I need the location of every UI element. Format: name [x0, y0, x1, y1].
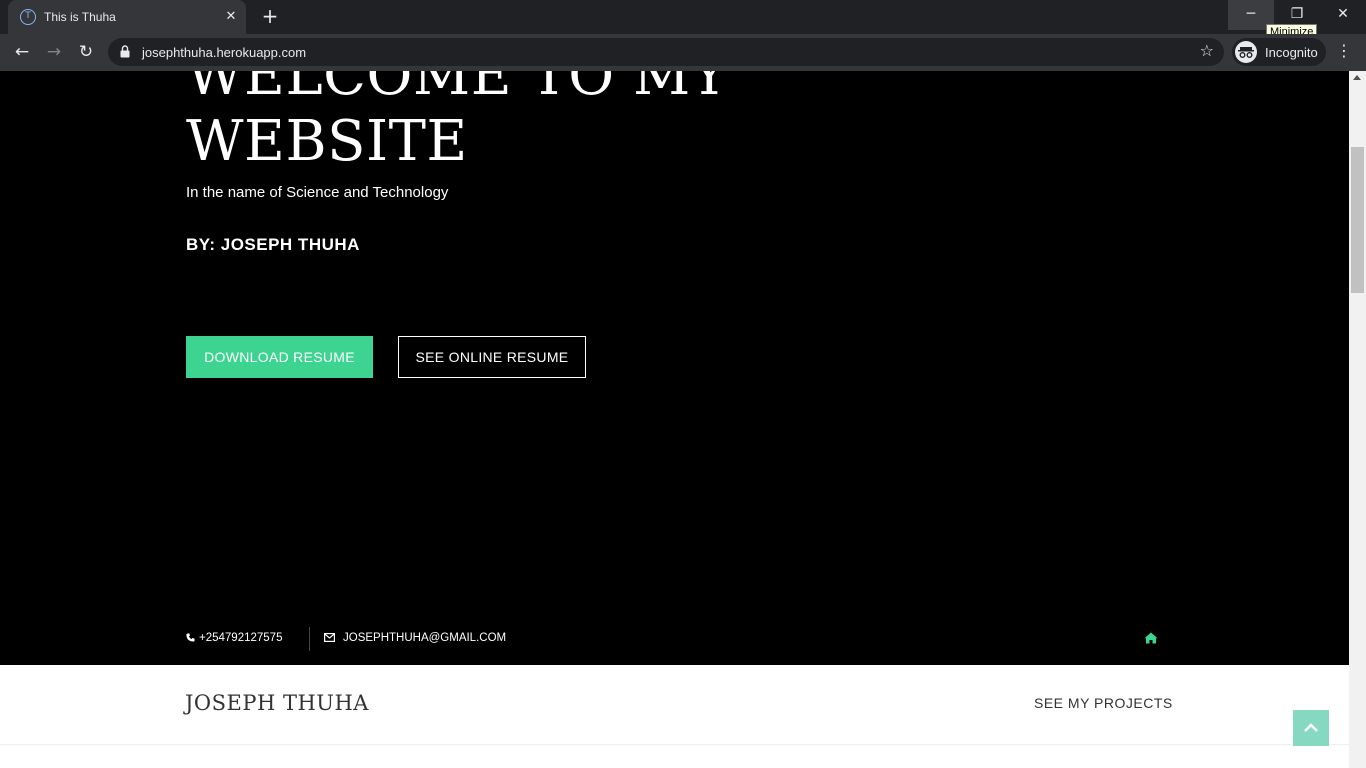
- window-close-button[interactable]: ✕: [1320, 0, 1366, 30]
- site-navbar: JOSEPH THUHA SEE MY PROJECTS: [0, 665, 1349, 745]
- phone-icon: [186, 633, 195, 642]
- incognito-badge[interactable]: Incognito: [1232, 38, 1326, 66]
- back-button[interactable]: ←: [9, 39, 35, 65]
- hero-byline: BY: JOSEPH THUHA: [186, 235, 360, 254]
- page-content-below: [0, 745, 1349, 768]
- page-viewport: WELCOME TO MY WEBSITE In the name of Sci…: [0, 71, 1349, 768]
- forward-button[interactable]: →: [41, 39, 67, 65]
- contact-email[interactable]: JOSEPHTHUHA@GMAIL.COM: [324, 632, 506, 644]
- address-bar[interactable]: josephthuha.herokuapp.com ☆: [108, 38, 1224, 66]
- url-text: josephthuha.herokuapp.com: [142, 45, 307, 60]
- lock-icon: [120, 45, 130, 58]
- scroll-up-arrow-icon[interactable]: [1353, 75, 1361, 80]
- envelope-icon: [324, 633, 336, 643]
- bookmark-star-icon[interactable]: ☆: [1200, 41, 1214, 60]
- kebab-menu-icon[interactable]: ⋮: [1336, 41, 1352, 63]
- incognito-label: Incognito: [1265, 45, 1318, 60]
- reload-button[interactable]: ↻: [73, 39, 99, 65]
- incognito-icon: [1235, 41, 1257, 63]
- see-online-resume-button[interactable]: SEE ONLINE RESUME: [398, 336, 586, 378]
- site-brand[interactable]: JOSEPH THUHA: [185, 691, 369, 715]
- home-icon[interactable]: [1144, 632, 1158, 644]
- browser-toolbar: ← → ↻ josephthuha.herokuapp.com ☆ Incogn…: [0, 34, 1366, 71]
- site-logo-icon: T: [20, 9, 36, 25]
- email-address: JOSEPHTHUHA@GMAIL.COM: [343, 632, 507, 644]
- tab-title: This is Thuha: [44, 10, 116, 24]
- download-resume-button[interactable]: DOWNLOAD RESUME: [186, 336, 373, 378]
- chevron-up-icon: [1304, 723, 1318, 732]
- browser-tab[interactable]: T This is Thuha ✕: [8, 0, 246, 34]
- back-to-top-button[interactable]: [1293, 710, 1329, 746]
- contact-phone[interactable]: +254792127575: [186, 632, 282, 644]
- new-tab-button[interactable]: +: [259, 6, 281, 28]
- phone-number: +254792127575: [199, 632, 283, 644]
- scroll-thumb[interactable]: [1351, 147, 1364, 293]
- tab-close-icon[interactable]: ✕: [222, 8, 240, 26]
- see-my-projects-link[interactable]: SEE MY PROJECTS: [1034, 695, 1173, 711]
- hero-subtitle: In the name of Science and Technology: [186, 184, 449, 201]
- contact-divider: [309, 627, 310, 651]
- hero-title: WELCOME TO MY WEBSITE: [186, 71, 729, 174]
- page-scrollbar[interactable]: [1349, 71, 1366, 768]
- browser-tab-strip: T This is Thuha ✕ + ─ ❐ ✕ Minimize: [0, 0, 1366, 40]
